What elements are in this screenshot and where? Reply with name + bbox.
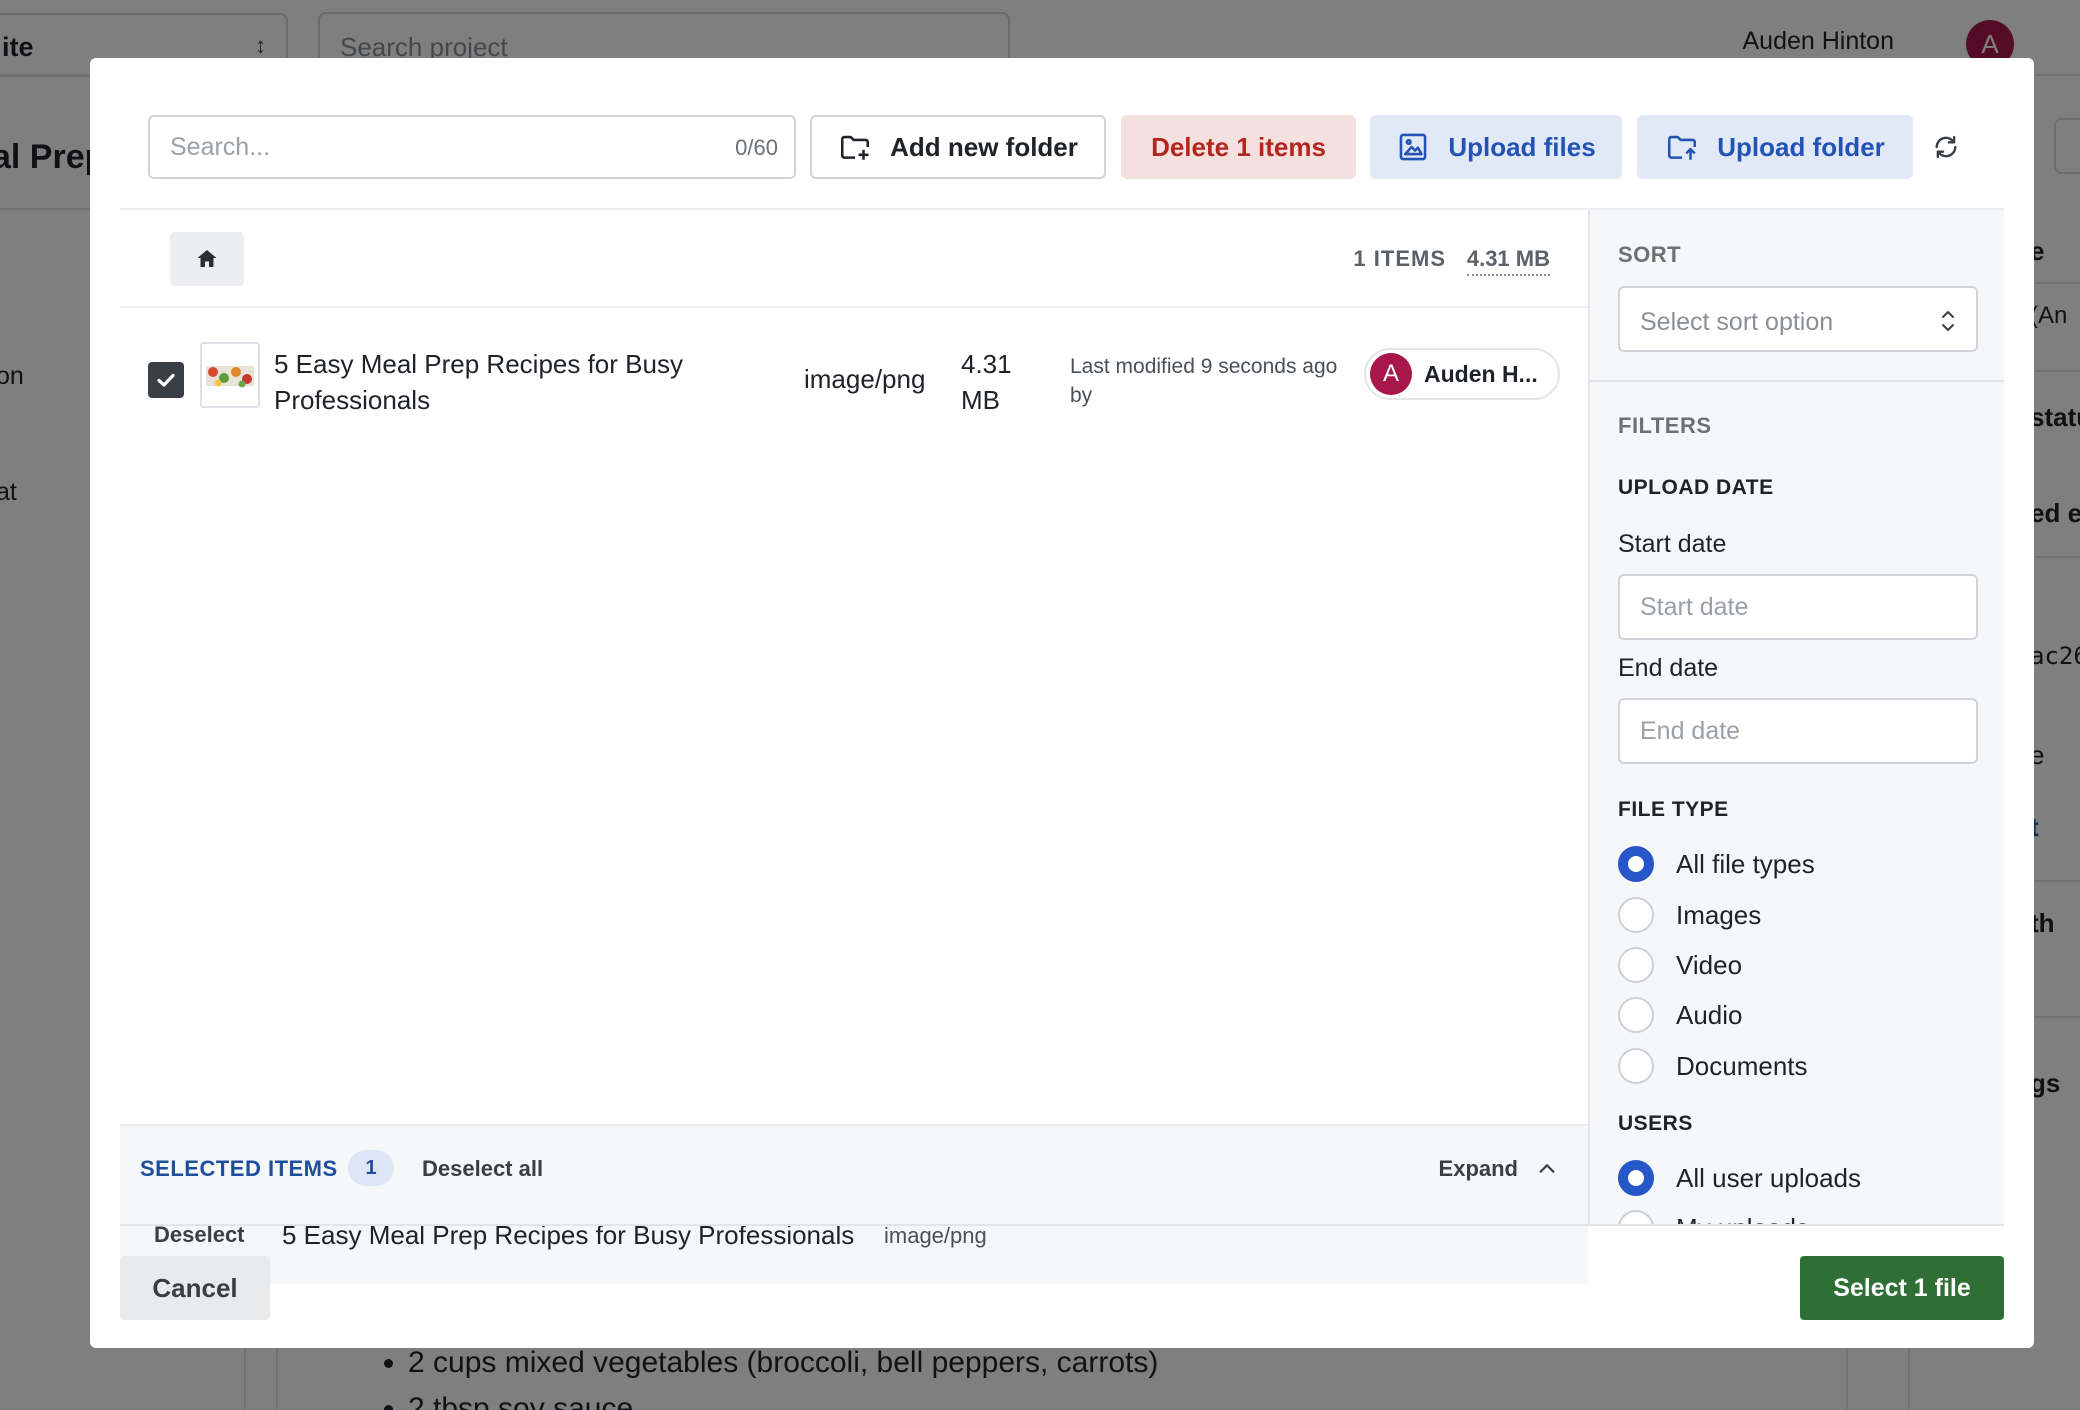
radio-label: All file types [1676,848,1815,879]
file-owner-pill[interactable]: A Auden H... [1364,348,1560,400]
radio-label: Audio [1676,999,1743,1030]
upload-files-button[interactable]: Upload files [1370,115,1622,179]
delete-items-button[interactable]: Delete 1 items [1121,115,1356,179]
selected-items-panel: SELECTED ITEMS 1 Deselect all Expand Des… [120,1124,1588,1284]
end-date-field [1618,698,1978,764]
file-owner-name: Auden H... [1424,360,1538,387]
file-type-heading: FILE TYPE [1618,798,1729,821]
radio-button[interactable] [1618,1210,1654,1224]
sort-select[interactable]: Select sort option [1618,286,1978,352]
selected-item-type: image/png [884,1223,987,1248]
divider [120,1224,2004,1226]
radio-documents[interactable]: Documents [1618,1048,1808,1084]
filter-sidebar: SORT Select sort option FILTERS UPLOAD D… [1588,210,2004,1224]
deselect-all-button[interactable]: Deselect all [422,1156,543,1182]
end-date-label: End date [1618,654,1719,682]
checkmark-icon [157,373,175,387]
radio-label: All user uploads [1676,1162,1861,1193]
file-modified: Last modified 9 seconds ago by [1070,355,1338,407]
modal-toolbar: 0/60 Add new folder Delete 1 items Uploa… [148,115,2004,181]
cancel-button[interactable]: Cancel [120,1256,270,1320]
sort-heading: SORT [1618,242,1682,267]
file-size: 4.31 MB [961,349,1012,415]
start-date-input[interactable] [1620,576,1976,638]
food-image-thumbnail [202,344,258,406]
radio-video[interactable]: Video [1618,947,1742,983]
file-name[interactable]: 5 Easy Meal Prep Recipes for Busy Profes… [274,346,734,418]
start-date-field [1618,574,1978,640]
radio-button[interactable] [1618,846,1654,882]
radio-label: Video [1676,949,1743,980]
upload-folder-button[interactable]: Upload folder [1637,115,1913,179]
radio-all-file-types[interactable]: All file types [1618,846,1815,882]
radio-button[interactable] [1618,1048,1654,1084]
search-char-counter: 0/60 [735,135,778,160]
radio-button[interactable] [1618,897,1654,933]
chevron-updown-icon [1942,311,1954,331]
folder-plus-icon [841,135,870,160]
image-icon [1399,133,1427,161]
home-breadcrumb-button[interactable] [170,232,244,286]
file-list-area: 1 ITEMS 4.31 MB 5 Easy Meal Prep Recipes… [120,210,1588,1284]
radio-button[interactable] [1618,947,1654,983]
table-row[interactable]: 5 Easy Meal Prep Recipes for Busy Profes… [120,310,1588,440]
file-list-header: 1 ITEMS 4.31 MB [120,210,1588,308]
expand-button[interactable]: Expand [1439,1156,1558,1182]
search-input[interactable] [150,117,670,177]
refresh-button[interactable] [1926,127,1966,167]
chevron-up-icon [1539,1164,1555,1173]
radio-my-uploads[interactable]: My uploads [1618,1210,1809,1224]
radio-images[interactable]: Images [1618,897,1761,933]
upload-folder-label: Upload folder [1717,131,1885,162]
delete-items-label: Delete 1 items [1151,131,1326,162]
users-heading: USERS [1618,1112,1693,1135]
avatar: A [1370,353,1412,395]
radio-label: Images [1676,899,1762,930]
upload-files-label: Upload files [1448,131,1596,162]
item-count: 1 ITEMS [1353,246,1446,271]
radio-all-user-uploads[interactable]: All user uploads [1618,1160,1861,1196]
add-new-folder-label: Add new folder [890,131,1078,162]
divider [1590,380,2004,382]
selected-items-title: SELECTED ITEMS [140,1156,338,1181]
select-file-button[interactable]: Select 1 file [1800,1256,2004,1320]
home-icon [197,250,217,267]
radio-button[interactable] [1618,997,1654,1033]
radio-label: My uploads [1676,1213,1809,1225]
total-size: 4.31 MB [1466,246,1550,276]
radio-audio[interactable]: Audio [1618,997,1743,1033]
sort-select-placeholder: Select sort option [1640,308,1834,336]
filters-heading: FILTERS [1618,413,1712,438]
file-type: image/png [804,364,926,394]
add-new-folder-button[interactable]: Add new folder [810,115,1106,179]
media-library-modal: 0/60 Add new folder Delete 1 items Uploa… [90,58,2034,1348]
file-checkbox[interactable] [148,362,184,398]
refresh-icon [1935,135,1957,159]
start-date-label: Start date [1618,530,1727,558]
upload-date-heading: UPLOAD DATE [1618,476,1774,499]
file-thumbnail [200,342,260,408]
radio-button[interactable] [1618,1160,1654,1196]
selected-count-badge: 1 [348,1150,394,1186]
folder-upload-icon [1668,135,1697,160]
expand-label: Expand [1438,1156,1518,1181]
end-date-input[interactable] [1620,700,1976,762]
file-search: 0/60 [148,115,796,179]
radio-label: Documents [1676,1050,1808,1081]
